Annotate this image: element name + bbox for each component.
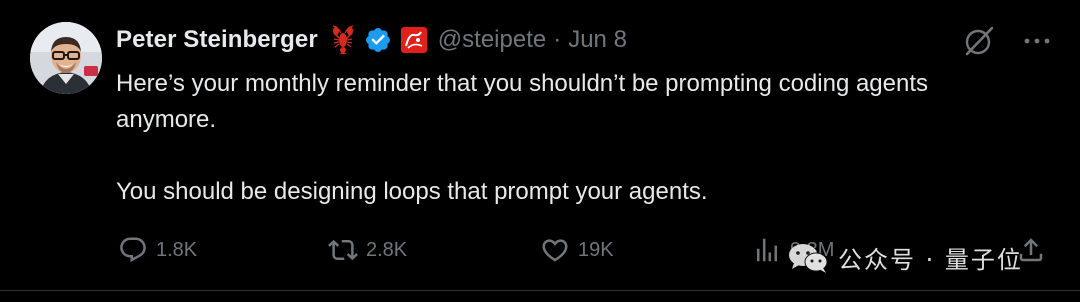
tweet-paragraph: Here’s your monthly reminder that you sh… <box>116 70 929 133</box>
reply-count: 1.8K <box>156 238 198 261</box>
author-name[interactable]: Peter Steinberger <box>116 26 318 54</box>
like-count: 19K <box>578 238 614 261</box>
tweet-top-actions <box>962 24 1052 58</box>
reply-icon <box>118 235 148 265</box>
lobster-emoji-icon <box>328 25 358 55</box>
views-icon <box>752 235 782 265</box>
affiliate-badge-icon[interactable] <box>400 26 428 54</box>
reply-button[interactable]: 1.8K <box>118 232 197 268</box>
tweet-text: Here’s your monthly reminder that you sh… <box>116 66 1016 210</box>
repost-count: 2.8K <box>366 238 408 261</box>
verified-badge-icon[interactable] <box>364 26 392 54</box>
repost-icon <box>328 235 358 265</box>
divider <box>0 290 1080 291</box>
avatar[interactable] <box>30 22 102 94</box>
author-handle[interactable]: @steipete <box>438 26 546 54</box>
tweet-date[interactable]: Jun 8 <box>568 26 627 54</box>
tweet-paragraph: You should be designing loops that promp… <box>116 178 708 205</box>
tweet-header: Peter Steinberger @steipete · Jun 8 <box>116 24 627 56</box>
grok-icon[interactable] <box>962 24 996 58</box>
heart-icon <box>540 235 570 265</box>
wechat-icon <box>786 241 838 275</box>
repost-button[interactable]: 2.8K <box>328 232 407 268</box>
watermark-text: 公众号 · 量子位 <box>838 246 1023 274</box>
wechat-watermark: 公众号 · 量子位 <box>786 240 1023 275</box>
tweet-card[interactable]: Peter Steinberger @steipete · Jun 8 Here… <box>0 0 1080 291</box>
header-separator: · <box>553 26 562 53</box>
more-icon[interactable] <box>1022 26 1052 56</box>
like-button[interactable]: 19K <box>540 232 614 268</box>
